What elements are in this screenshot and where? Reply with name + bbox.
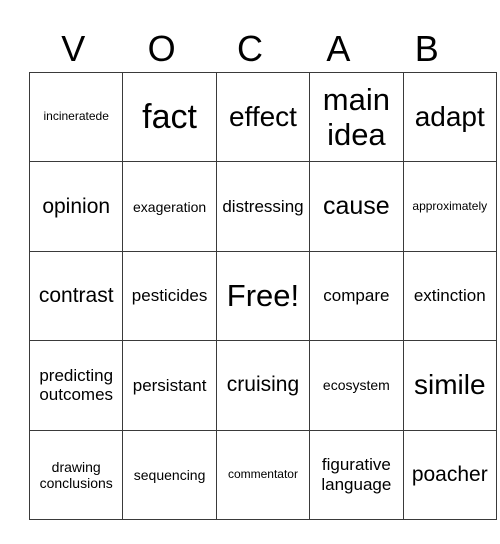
header-letter-a: A xyxy=(326,28,351,69)
bingo-cell[interactable]: poacher xyxy=(402,429,497,520)
bingo-cell[interactable]: distressing xyxy=(215,161,311,252)
bingo-cell[interactable]: incineratede xyxy=(28,71,124,163)
bingo-header: V O C A B xyxy=(29,26,471,72)
bingo-cell[interactable]: ecosystem xyxy=(309,340,404,431)
bingo-cell[interactable]: exageration xyxy=(122,161,217,252)
bingo-cell[interactable]: opinion xyxy=(28,161,124,252)
free-space-cell[interactable]: Free! xyxy=(215,250,311,342)
bingo-cell[interactable]: effect xyxy=(215,71,311,163)
bingo-cell[interactable]: predicting outcomes xyxy=(28,340,124,431)
bingo-cell[interactable]: adapt xyxy=(402,71,497,163)
bingo-cell[interactable]: persistant xyxy=(122,340,217,431)
header-letter-o: O xyxy=(147,28,176,69)
grid-row: contrast pesticides Free! compare extinc… xyxy=(28,250,497,342)
header-letter-b: B xyxy=(414,28,439,69)
bingo-cell[interactable]: fact xyxy=(122,71,217,163)
grid-row: opinion exageration distressing cause ap… xyxy=(28,161,497,252)
bingo-cell[interactable]: cause xyxy=(309,161,404,252)
bingo-cell[interactable]: sequencing xyxy=(122,429,217,520)
grid-row: incineratede fact effect main idea adapt xyxy=(28,71,497,163)
bingo-cell[interactable]: approximately xyxy=(402,161,497,252)
grid-row: predicting outcomes persistant cruising … xyxy=(28,340,497,431)
bingo-cell[interactable]: cruising xyxy=(215,340,311,431)
bingo-cell[interactable]: drawing conclusions xyxy=(28,429,124,520)
bingo-cell[interactable]: compare xyxy=(309,250,404,342)
bingo-cell[interactable]: contrast xyxy=(28,250,124,342)
bingo-grid: incineratede fact effect main idea adapt… xyxy=(28,71,497,520)
header-letter-v: V xyxy=(61,28,86,69)
bingo-cell[interactable]: commentator xyxy=(215,429,311,520)
grid-row: drawing conclusions sequencing commentat… xyxy=(28,429,497,520)
bingo-cell[interactable]: simile xyxy=(402,340,497,431)
bingo-cell[interactable]: figurative language xyxy=(309,429,404,520)
bingo-cell[interactable]: pesticides xyxy=(122,250,217,342)
bingo-cell[interactable]: extinction xyxy=(402,250,497,342)
bingo-cell[interactable]: main idea xyxy=(309,71,404,163)
header-letter-c: C xyxy=(236,28,263,69)
